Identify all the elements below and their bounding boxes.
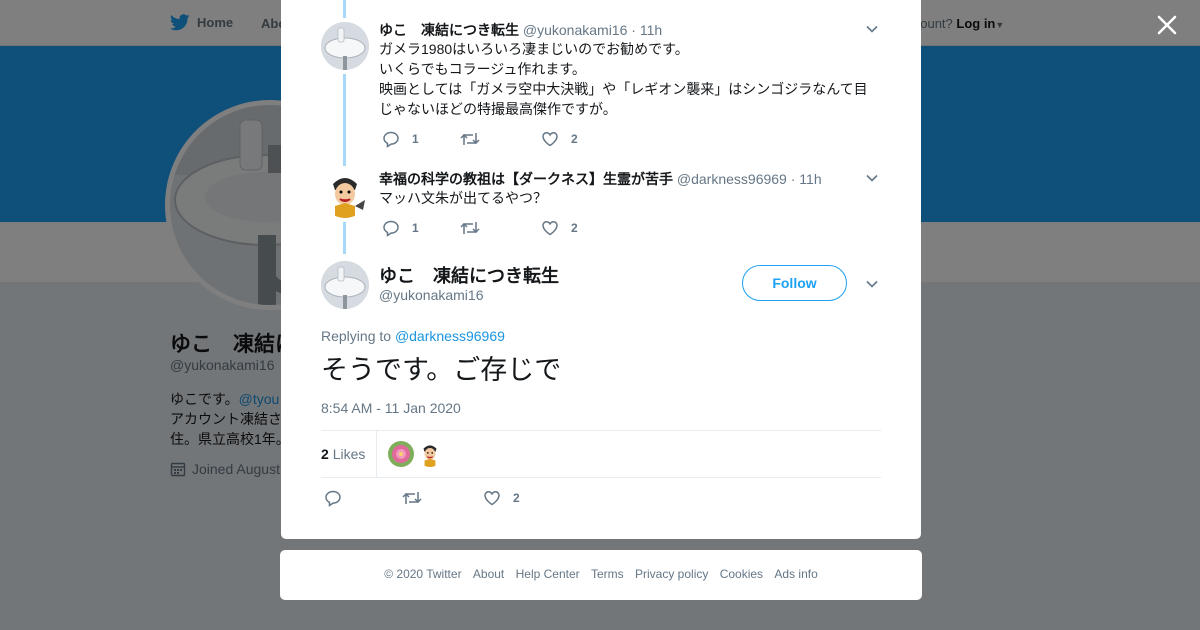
like-button[interactable]: 2	[541, 130, 578, 148]
sink-avatar-icon	[321, 22, 369, 70]
avatar[interactable]	[321, 261, 369, 309]
tweet-author-name[interactable]: 幸福の科学の教祖は【ダークネス】生霊が苦手	[379, 171, 673, 187]
main-tweet-author-handle[interactable]: @yukonakami16	[379, 287, 484, 303]
tweet-modal: ゆこ 凍結につき転生 @yukonakami16 · 11h ガメラ1980はい…	[281, 0, 921, 539]
like-count: 2	[571, 221, 578, 235]
tweet-text-line: いくらでもコラージュ作れます。	[379, 61, 586, 77]
avatar[interactable]	[321, 22, 369, 70]
like-count: 2	[513, 491, 520, 505]
tweet-text: マッハ文朱が出てるやつ？	[379, 188, 879, 208]
reply-button[interactable]	[324, 489, 354, 507]
replying-to: Replying to @darkness96969	[321, 328, 505, 344]
tweet-dot: ·	[631, 22, 636, 38]
retweet-icon	[460, 133, 480, 145]
likes-stat-count: 2	[321, 446, 329, 462]
reply-button[interactable]: 1	[382, 130, 419, 148]
replying-to-link[interactable]: @darkness96969	[395, 328, 505, 344]
thread-connector	[343, 74, 346, 166]
close-icon[interactable]	[1154, 12, 1180, 38]
stats-divider	[376, 431, 377, 477]
tweet-author-name[interactable]: ゆこ 凍結につき転生	[379, 22, 519, 38]
like-count: 2	[571, 132, 578, 146]
retweet-button[interactable]	[402, 489, 434, 507]
tweet-text-line: マッハ文朱が出てるやつ？	[379, 190, 547, 206]
cartoon-avatar-icon	[417, 441, 443, 467]
likes-stat[interactable]: 2 Likes	[321, 446, 365, 462]
flower-avatar-icon	[388, 441, 414, 467]
tweet-header: 幸福の科学の教祖は【ダークネス】生霊が苦手 @darkness96969 · 1…	[379, 169, 822, 189]
sink-avatar-icon	[321, 261, 369, 309]
tweet-text-line: 映画としては「ガメラ空中大決戦」や「レギオン襲来」はシンゴジラなんて目	[379, 81, 868, 97]
retweet-icon	[460, 222, 480, 234]
tweet-text: ガメラ1980はいろいろ凄まじいのでお勧めです。 いくらでもコラージュ作れます。…	[379, 39, 879, 119]
follow-button[interactable]: Follow	[742, 265, 847, 301]
reply-count: 1	[412, 221, 419, 235]
heart-icon	[542, 132, 558, 147]
retweet-button[interactable]	[460, 130, 492, 148]
tweet-header: ゆこ 凍結につき転生 @yukonakami16 · 11h	[379, 20, 662, 40]
footer-link-cookies[interactable]: Cookies	[720, 567, 763, 581]
tweet-text-line: じゃないほどの特撮最高傑作ですが。	[379, 101, 617, 117]
chevron-down-icon[interactable]	[865, 277, 879, 291]
reply-icon	[325, 490, 341, 507]
replying-prefix: Replying to	[321, 328, 392, 344]
main-tweet-author-name[interactable]: ゆこ 凍結につき転生	[379, 262, 559, 288]
thread-connector	[343, 0, 346, 18]
tweet-author-handle[interactable]: @darkness96969	[677, 171, 787, 187]
reply-icon	[383, 220, 399, 237]
footer-link-about[interactable]: About	[473, 567, 504, 581]
tweet-dot: ·	[790, 171, 796, 187]
chevron-down-icon[interactable]	[865, 22, 879, 36]
footer-link-ads-info[interactable]: Ads info	[774, 567, 817, 581]
main-tweet-text: そうです。ご存じで	[321, 355, 562, 385]
cartoon-avatar-icon	[321, 170, 369, 218]
reply-icon	[383, 131, 399, 148]
footer-link-privacy[interactable]: Privacy policy	[635, 567, 708, 581]
tweet-timestamp[interactable]: 8:54 AM - 11 Jan 2020	[321, 400, 461, 416]
tweet-time[interactable]: 11h	[799, 171, 821, 187]
tweet-text-line: ガメラ1980はいろいろ凄まじいのでお勧めです。	[379, 41, 689, 57]
tweet-stats: 2 Likes	[321, 430, 881, 478]
like-button[interactable]: 2	[483, 489, 520, 507]
footer-links: © 2020 Twitter About Help Center Terms P…	[280, 567, 922, 581]
retweet-icon	[402, 492, 422, 504]
tweet-time[interactable]: 11h	[640, 22, 662, 38]
like-button[interactable]: 2	[541, 219, 578, 237]
avatar[interactable]	[321, 170, 369, 218]
thread-connector	[343, 222, 346, 254]
liker-avatar[interactable]	[388, 441, 414, 467]
footer-link-terms[interactable]: Terms	[591, 567, 624, 581]
chevron-down-icon[interactable]	[865, 171, 879, 185]
reply-count: 1	[412, 132, 419, 146]
heart-icon	[484, 491, 500, 506]
footer: © 2020 Twitter About Help Center Terms P…	[280, 550, 922, 600]
heart-icon	[542, 221, 558, 236]
likes-stat-label: Likes	[332, 446, 366, 462]
retweet-button[interactable]	[460, 219, 492, 237]
footer-copyright: © 2020 Twitter	[384, 567, 462, 581]
reply-button[interactable]: 1	[382, 219, 419, 237]
footer-link-help-center[interactable]: Help Center	[516, 567, 580, 581]
tweet-author-handle[interactable]: @yukonakami16	[523, 22, 628, 38]
liker-avatar[interactable]	[417, 441, 443, 467]
